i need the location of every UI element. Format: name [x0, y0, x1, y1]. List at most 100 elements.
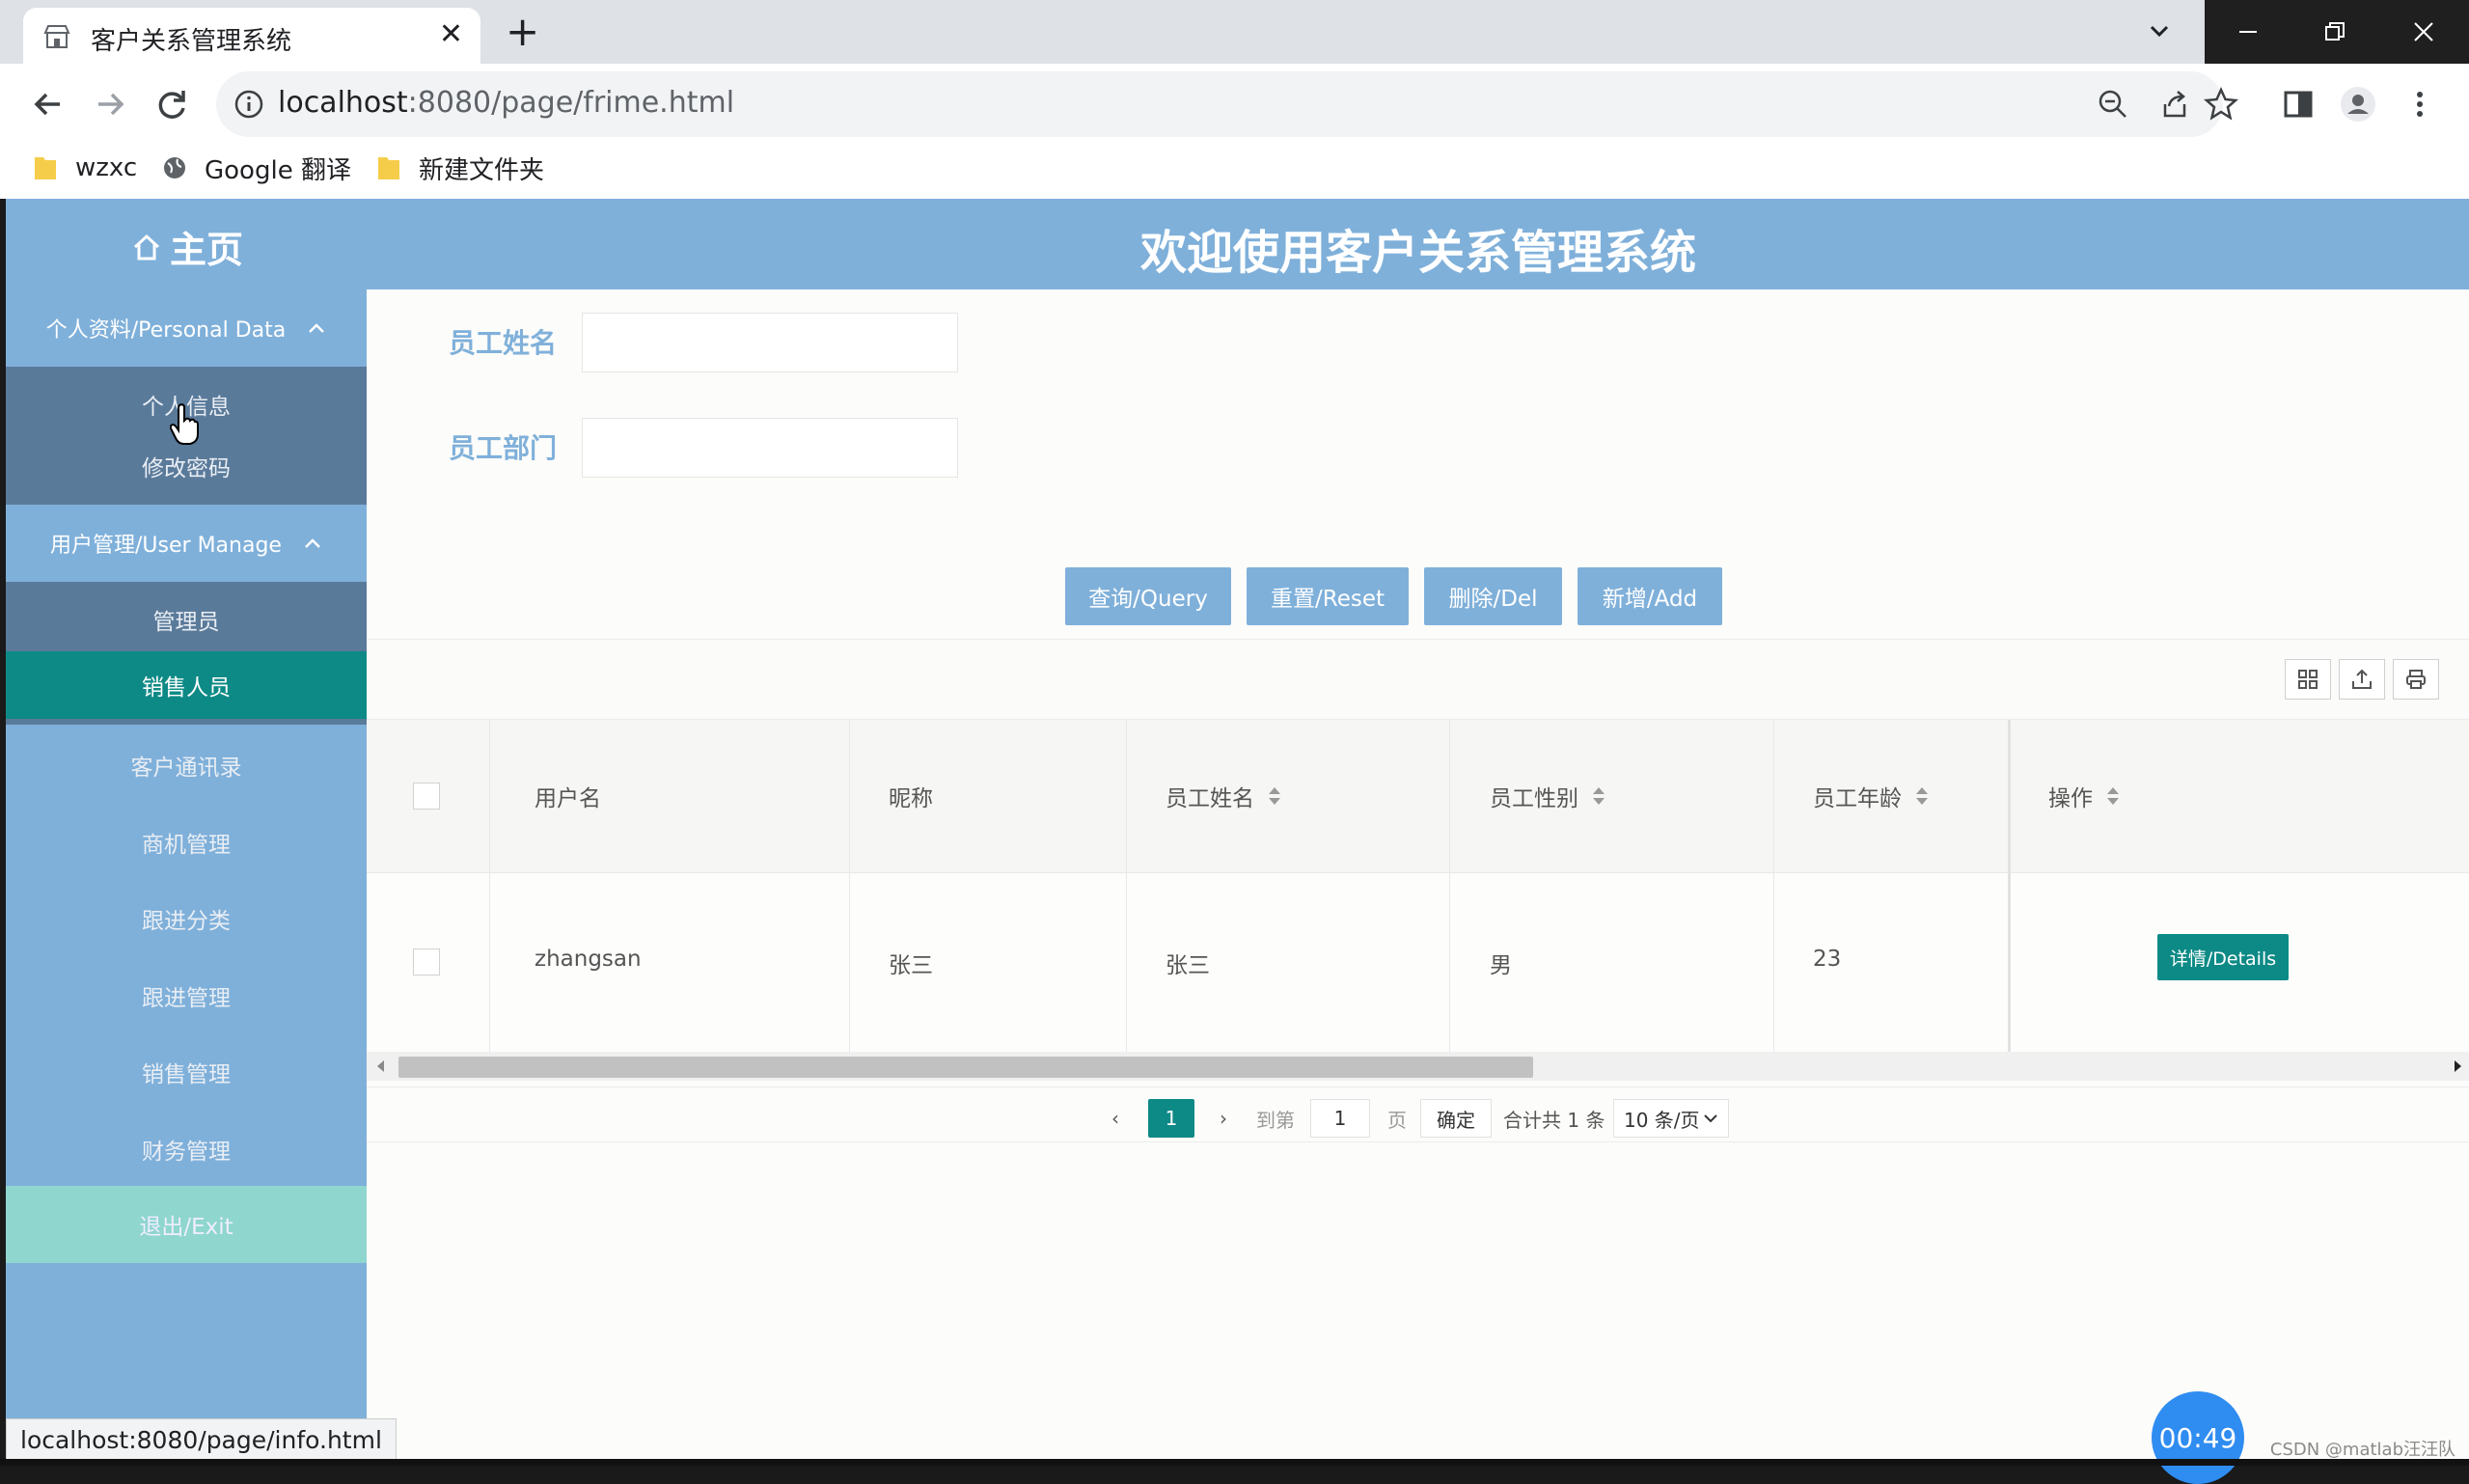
sidebar: 个人资料/Personal Data 个人信息 修改密码 用户管理/User M…	[6, 289, 367, 1466]
delete-button[interactable]: 删除/Del	[1424, 567, 1562, 625]
address-bar[interactable]: localhost:8080/page/frime.html	[216, 71, 2223, 137]
watermark: CSDN @matlab汪汪队	[2269, 1440, 2455, 1460]
star-icon[interactable]	[2202, 85, 2240, 124]
column-header-nickname: 昵称	[889, 780, 933, 812]
zoom-icon[interactable]	[2096, 87, 2130, 122]
scroll-left-icon[interactable]	[374, 1058, 388, 1075]
select-all-checkbox[interactable]	[413, 783, 440, 810]
column-header-label: 员工性别	[1490, 786, 1578, 811]
browser-tab[interactable]: 客户关系管理系统 ✕	[23, 8, 480, 64]
next-page-icon[interactable]: ›	[1220, 1099, 1227, 1138]
bookmark-wzxc[interactable]: wzxc	[33, 149, 137, 187]
add-button[interactable]: 新增/Add	[1577, 567, 1722, 625]
restore-icon	[2325, 22, 2345, 41]
taskbar-edge	[0, 1459, 2469, 1466]
sidebar-item-sales-manage[interactable]: 销售管理	[6, 1056, 367, 1088]
export-icon	[2352, 669, 2372, 689]
page-current[interactable]: 1	[1148, 1099, 1194, 1138]
sidebar-item-finance[interactable]: 财务管理	[6, 1133, 367, 1166]
cell-employee-name: 张三	[1166, 953, 1210, 978]
sort-icon[interactable]	[1915, 785, 1929, 807]
bookmark-label: Google 翻译	[205, 155, 351, 185]
columns-toggle-button[interactable]	[2285, 659, 2331, 700]
bookmark-label: wzxc	[75, 153, 138, 182]
bookmarks-bar: wzxc Google 翻译 新建文件夹	[0, 141, 2469, 199]
data-table: 用户名 昵称 员工姓名 员工性别 员工年龄 操作 zhangsan 张三 张三 …	[367, 639, 2469, 1093]
url-text[interactable]: localhost:8080/page/frime.html	[278, 86, 734, 120]
cell-gender: 男	[1490, 953, 1512, 978]
window-restore-button[interactable]	[2291, 0, 2378, 64]
employee-name-input[interactable]	[582, 313, 958, 372]
sidebar-item-contacts[interactable]: 客户通讯录	[6, 749, 367, 782]
sidebar-item-admin[interactable]: 管理员	[6, 603, 367, 636]
print-icon	[2406, 670, 2426, 689]
pagination: ‹ 1 › 到第 1 页 确定 合计共 1 条 10 条/页	[367, 1086, 2469, 1142]
sidebar-item-opportunities[interactable]: 商机管理	[6, 826, 367, 859]
back-arrow-icon[interactable]	[25, 81, 71, 127]
goto-label: 到第	[1256, 1108, 1295, 1132]
sidebar-item-followup-category[interactable]: 跟进分类	[6, 902, 367, 935]
side-panel-icon[interactable]	[2279, 85, 2318, 124]
forward-arrow-icon[interactable]	[87, 81, 133, 127]
column-divider	[849, 720, 850, 1052]
minimize-icon	[2239, 31, 2257, 33]
exit-button[interactable]: 退出/Exit	[6, 1186, 367, 1263]
sidebar-item-sales-staff[interactable]: 销售人员	[6, 651, 367, 719]
window-close-button[interactable]	[2378, 0, 2469, 64]
sort-icon[interactable]	[2106, 785, 2120, 807]
prev-page-icon[interactable]: ‹	[1111, 1099, 1119, 1138]
scroll-right-icon[interactable]	[2451, 1058, 2464, 1075]
more-menu-icon[interactable]	[2400, 85, 2439, 124]
reset-button[interactable]: 重置/Reset	[1247, 567, 1409, 625]
sidebar-group-user-manage[interactable]: 用户管理/User Manage	[6, 505, 367, 582]
hand-cursor-icon	[170, 403, 199, 445]
goto-confirm-button[interactable]: 确定	[1420, 1099, 1492, 1138]
url-host: localhost	[278, 86, 408, 120]
page-size-select[interactable]: 10 条/页	[1613, 1099, 1729, 1138]
employee-dept-label: 员工部门	[449, 432, 558, 464]
tab-title: 客户关系管理系统	[91, 27, 292, 56]
folder-icon	[35, 157, 56, 179]
main-content: 员工姓名 员工部门 查询/Query 重置/Reset 删除/Del 新增/Ad…	[367, 289, 2469, 1466]
horizontal-scrollbar[interactable]	[367, 1052, 2469, 1081]
sort-icon[interactable]	[1592, 785, 1605, 807]
employee-name-label: 员工姓名	[449, 327, 558, 359]
column-header-gender[interactable]: 员工性别	[1490, 780, 1605, 812]
sidebar-group-label: 个人资料/Personal Data	[45, 318, 287, 343]
close-tab-icon[interactable]: ✕	[439, 17, 463, 52]
goto-page-input[interactable]: 1	[1310, 1099, 1370, 1138]
reload-icon[interactable]	[149, 81, 195, 127]
sort-icon[interactable]	[1268, 785, 1281, 807]
column-header-actions[interactable]: 操作	[2048, 780, 2120, 812]
browser-tabstrip: 客户关系管理系统 ✕ +	[0, 0, 2469, 64]
share-icon[interactable]	[2157, 87, 2192, 122]
print-button[interactable]	[2393, 659, 2439, 700]
bookmark-new-folder[interactable]: 新建文件夹	[376, 149, 544, 187]
column-header-label: 员工年龄	[1813, 786, 1902, 811]
page-title: 欢迎使用客户关系管理系统	[1139, 226, 1696, 280]
column-header-label: 操作	[2048, 786, 2093, 811]
sidebar-group-label: 用户管理/User Manage	[50, 534, 282, 558]
close-icon	[2414, 22, 2433, 41]
employee-dept-input[interactable]	[582, 418, 958, 478]
sidebar-divider	[6, 719, 367, 725]
chevron-down-icon[interactable]	[2140, 12, 2179, 50]
site-header: 主页 欢迎使用客户关系管理系统	[6, 199, 2469, 289]
cell-username: zhangsan	[535, 947, 642, 972]
column-header-age[interactable]: 员工年龄	[1813, 780, 1929, 812]
sidebar-item-followup-manage[interactable]: 跟进管理	[6, 979, 367, 1012]
details-button[interactable]: 详情/Details	[2157, 934, 2289, 980]
chevron-down-icon	[1704, 1114, 1717, 1123]
info-icon[interactable]	[233, 89, 264, 120]
scrollbar-thumb[interactable]	[398, 1057, 1533, 1078]
profile-avatar-icon[interactable]	[2339, 85, 2377, 124]
column-header-employee-name[interactable]: 员工姓名	[1166, 780, 1281, 812]
sidebar-item-change-password[interactable]: 修改密码	[6, 450, 367, 482]
query-button[interactable]: 查询/Query	[1065, 567, 1231, 625]
export-button[interactable]	[2339, 659, 2385, 700]
window-minimize-button[interactable]	[2205, 0, 2291, 64]
new-tab-icon[interactable]: +	[506, 10, 539, 54]
bookmark-google-translate[interactable]: Google 翻译	[162, 149, 351, 187]
row-checkbox[interactable]	[413, 948, 440, 976]
sidebar-group-personal[interactable]: 个人资料/Personal Data	[6, 289, 367, 367]
